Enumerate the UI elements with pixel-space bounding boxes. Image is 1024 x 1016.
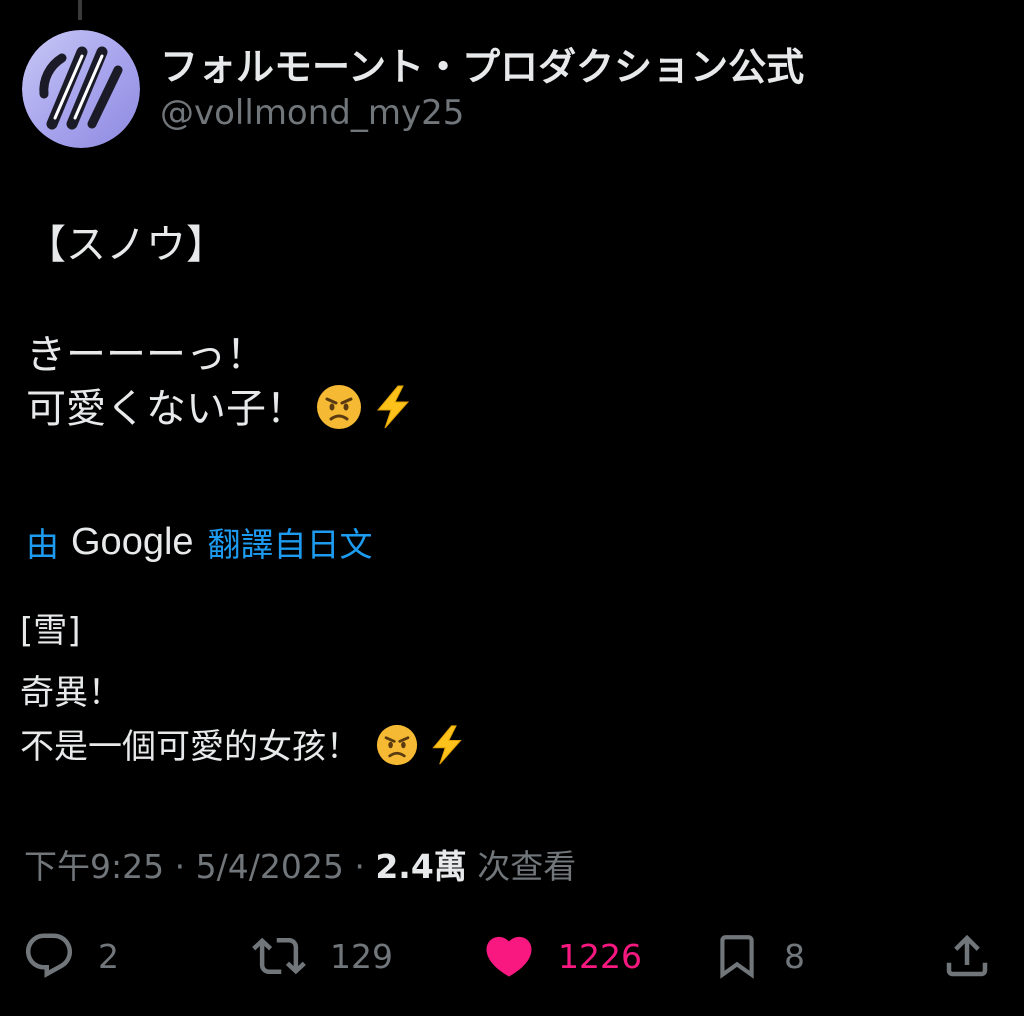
- share-icon: [946, 934, 988, 977]
- translated-line-3-row: 不是一個可愛的女孩！: [20, 720, 468, 774]
- translation-prefix: 由: [26, 525, 59, 564]
- original-line-3: 可愛くない子！: [26, 386, 306, 432]
- meta-separator: ·: [354, 847, 365, 886]
- tweet-date[interactable]: 5/4/2025: [196, 847, 344, 886]
- angry-face-emoji-icon: [376, 724, 418, 766]
- translation-attribution[interactable]: 由 Google 翻譯自日文: [26, 518, 373, 566]
- tweet-meta: 下午9:25 · 5/4/2025 · 2.4萬 次查看: [24, 840, 576, 888]
- original-line-3-row: 可愛くない子！: [26, 382, 416, 436]
- high-voltage-emoji-icon: [432, 725, 462, 765]
- tweet-time[interactable]: 下午9:25: [24, 847, 164, 886]
- heart-icon: [486, 936, 532, 977]
- translated-line-3: 不是一個可愛的女孩！: [20, 727, 360, 767]
- retweet-button[interactable]: 129: [250, 924, 393, 988]
- high-voltage-emoji-icon: [376, 385, 410, 429]
- views-count[interactable]: 2.4萬: [375, 847, 466, 886]
- bookmark-count: 8: [784, 936, 805, 976]
- reply-button[interactable]: 2: [22, 924, 119, 988]
- translated-line-1: [雪]: [20, 611, 81, 651]
- reply-count: 2: [98, 936, 119, 976]
- original-line-2: きーーーっ！: [26, 332, 266, 378]
- tweet-original-text: 【スノウ】 きーーーっ！ 可愛くない子！: [26, 218, 416, 436]
- translated-line-2: 奇異！: [20, 673, 122, 713]
- bookmark-icon: [720, 935, 754, 979]
- tweet-action-bar: 2 129 1226 8: [0, 924, 1024, 988]
- user-handle[interactable]: @vollmond_my25: [160, 91, 804, 135]
- views-label: 次查看: [477, 847, 577, 886]
- share-button[interactable]: [940, 924, 994, 988]
- bookmark-button[interactable]: 8: [712, 924, 805, 988]
- like-button[interactable]: 1226: [482, 924, 642, 988]
- display-name[interactable]: フォルモーント・プロダクション公式: [160, 43, 804, 91]
- original-line-1: 【スノウ】: [26, 222, 226, 268]
- avatar[interactable]: [22, 30, 140, 148]
- meta-separator: ·: [174, 847, 186, 886]
- angry-face-emoji-icon: [317, 385, 361, 429]
- google-logo: Google: [71, 520, 194, 563]
- reply-icon: [25, 933, 73, 978]
- translation-source-label[interactable]: 翻譯自日文: [208, 518, 373, 566]
- retweet-count: 129: [330, 936, 393, 976]
- thread-connector-line: [78, 0, 82, 20]
- retweet-icon: [252, 937, 306, 975]
- tweet-header: フォルモーント・プロダクション公式 @vollmond_my25: [22, 30, 804, 148]
- like-count: 1226: [558, 936, 642, 976]
- tweet-translated-text: [雪] 奇異！ 不是一個可愛的女孩！: [20, 604, 468, 774]
